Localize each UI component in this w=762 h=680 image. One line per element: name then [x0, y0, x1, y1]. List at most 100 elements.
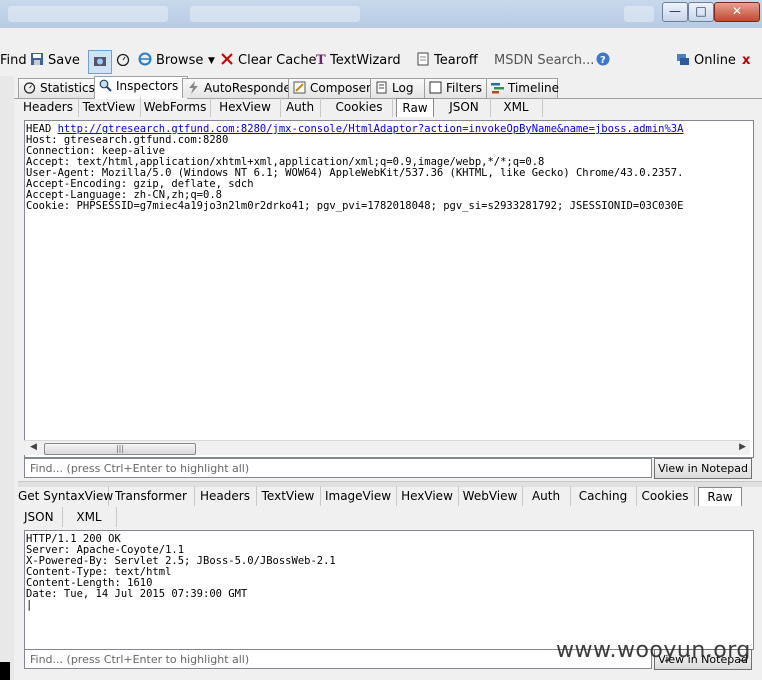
main-tab-strip: Statistics Inspectors AutoResponder Comp…: [14, 76, 762, 99]
tab-response-xml[interactable]: XML: [62, 507, 117, 527]
log-icon: [375, 81, 388, 94]
text-cursor: |: [26, 599, 33, 611]
left-session-strip[interactable]: [0, 76, 14, 680]
online-indicator[interactable]: Online: [676, 52, 736, 70]
tab-response-hexview[interactable]: HexView: [396, 486, 459, 506]
online-label: Online: [694, 53, 736, 68]
clear-cache-label: Clear Cache: [238, 53, 317, 68]
checkbox-icon: [429, 81, 442, 94]
timer-button[interactable]: [116, 52, 134, 70]
textwizard-button[interactable]: T TextWizard: [316, 52, 401, 70]
tab-label: Composer: [310, 81, 371, 95]
response-tab-strip: Get SyntaxView Transformer Headers TextV…: [18, 486, 762, 506]
tearoff-icon: [416, 52, 430, 66]
find-button[interactable]: Find: [0, 52, 27, 70]
toolbar: Find Save Browse ▼ Clear Cache T TextWiza…: [0, 46, 762, 76]
tab-request-textview[interactable]: TextView: [78, 97, 141, 117]
msdn-search-input[interactable]: MSDN Search...: [494, 52, 594, 70]
tab-autoresponder[interactable]: AutoResponder: [182, 78, 296, 98]
blurred-tab[interactable]: [624, 6, 654, 22]
request-view-in-notepad-button[interactable]: View in Notepad: [654, 458, 752, 479]
lightning-icon: [187, 81, 200, 94]
tab-response-caching[interactable]: Caching: [570, 486, 637, 506]
tab-inspectors[interactable]: Inspectors: [94, 76, 188, 99]
tab-label: AutoResponder: [204, 81, 296, 95]
tab-log[interactable]: Log: [370, 78, 428, 98]
request-line: Cookie: PHPSESSID=g7miec4a19jo3n2lm0r2dr…: [26, 200, 684, 212]
tab-label: JSON: [24, 510, 54, 524]
tab-response-auth[interactable]: Auth: [522, 486, 571, 506]
camera-icon: [93, 54, 107, 68]
tab-label: Statistics: [40, 81, 95, 95]
blurred-tab[interactable]: [8, 6, 168, 22]
save-label: Save: [48, 53, 80, 68]
find-label: Find: [0, 53, 27, 68]
response-line: Date: Tue, 14 Jul 2015 07:39:00 GMT: [26, 588, 248, 600]
tab-response-raw[interactable]: Raw: [698, 487, 742, 506]
tab-response-headers[interactable]: Headers: [194, 486, 257, 506]
tab-statistics[interactable]: Statistics: [18, 78, 100, 98]
tab-request-raw[interactable]: Raw: [396, 98, 434, 117]
tab-request-auth[interactable]: Auth: [280, 97, 321, 117]
request-text: HEAD http://gtresearch.gtfund.com:8280/j…: [25, 121, 753, 212]
tab-filters[interactable]: Filters: [424, 78, 492, 98]
tab-request-hexview[interactable]: HexView: [210, 97, 281, 117]
composer-icon: [293, 81, 306, 94]
magnifier-icon: [99, 79, 112, 92]
window-title-bar: — □ ✕: [0, 0, 762, 28]
tab-response-imageview[interactable]: ImageView: [320, 486, 397, 506]
network-icon: [676, 52, 690, 66]
tab-response-cookies[interactable]: Cookies: [636, 486, 695, 506]
scroll-left-arrow-icon[interactable]: ◀: [30, 442, 37, 452]
browse-dropdown-icon[interactable]: ▼: [208, 52, 215, 70]
tab-request-json[interactable]: JSON: [438, 97, 491, 117]
tab-label: Filters: [446, 81, 482, 95]
tab-request-xml[interactable]: XML: [490, 97, 543, 117]
textwizard-icon: T: [316, 52, 326, 68]
tab-response-textview[interactable]: TextView: [256, 486, 321, 506]
tearoff-button[interactable]: Tearoff: [416, 52, 478, 70]
tab-response-webview[interactable]: WebView: [458, 486, 523, 506]
response-tab-strip-2: JSON XML: [18, 507, 218, 527]
clear-cache-button[interactable]: Clear Cache: [220, 52, 317, 70]
request-horizontal-scrollbar[interactable]: ◀ ||| ▶: [24, 440, 750, 455]
close-window-button[interactable]: ✕: [714, 2, 760, 22]
minimize-button[interactable]: —: [662, 2, 688, 22]
browse-label: Browse: [156, 53, 204, 68]
svg-text:?: ?: [600, 55, 606, 66]
tab-response-json[interactable]: JSON: [18, 507, 63, 527]
svg-text:T: T: [316, 53, 326, 66]
save-button[interactable]: Save: [30, 52, 80, 70]
help-icon[interactable]: ?: [596, 52, 610, 70]
tab-label: Inspectors: [116, 79, 179, 93]
watermark: www.wooyun.org: [556, 638, 751, 663]
tab-request-headers[interactable]: Headers: [18, 97, 79, 117]
tab-composer[interactable]: Composer: [288, 78, 374, 98]
tab-response-transformer[interactable]: Transformer: [108, 486, 195, 506]
response-raw-pane[interactable]: HTTP/1.1 200 OK Server: Apache-Coyote/1.…: [24, 530, 754, 650]
browse-button[interactable]: Browse: [138, 52, 203, 70]
scroll-right-arrow-icon[interactable]: ▶: [739, 442, 746, 452]
clear-cache-icon: [220, 52, 234, 66]
tab-label: Log: [392, 81, 414, 95]
ie-icon: [138, 52, 152, 66]
textwizard-label: TextWizard: [330, 53, 401, 68]
scrollbar-thumb[interactable]: |||: [44, 443, 196, 455]
screenshot-toggle-button[interactable]: [88, 50, 112, 74]
tab-request-cookies[interactable]: Cookies: [326, 97, 393, 117]
save-icon: [30, 52, 44, 66]
tab-timeline[interactable]: Timeline: [486, 78, 560, 98]
timeline-icon: [491, 81, 504, 94]
stopwatch-icon: [23, 81, 36, 94]
tab-request-webforms[interactable]: WebForms: [140, 97, 211, 117]
tab-label: Timeline: [508, 81, 560, 95]
maximize-button[interactable]: □: [688, 2, 714, 22]
tab-response-syntaxview[interactable]: Get SyntaxView: [18, 486, 113, 506]
request-find-input[interactable]: Find... (press Ctrl+Enter to highlight a…: [24, 458, 652, 478]
left-strip-marker: [0, 662, 10, 680]
request-raw-pane[interactable]: HEAD http://gtresearch.gtfund.com:8280/j…: [24, 120, 754, 458]
close-toolbar-button[interactable]: x: [742, 52, 750, 70]
blurred-tab[interactable]: [190, 6, 360, 22]
tearoff-label: Tearoff: [434, 53, 478, 68]
stopwatch-icon: [116, 52, 130, 67]
